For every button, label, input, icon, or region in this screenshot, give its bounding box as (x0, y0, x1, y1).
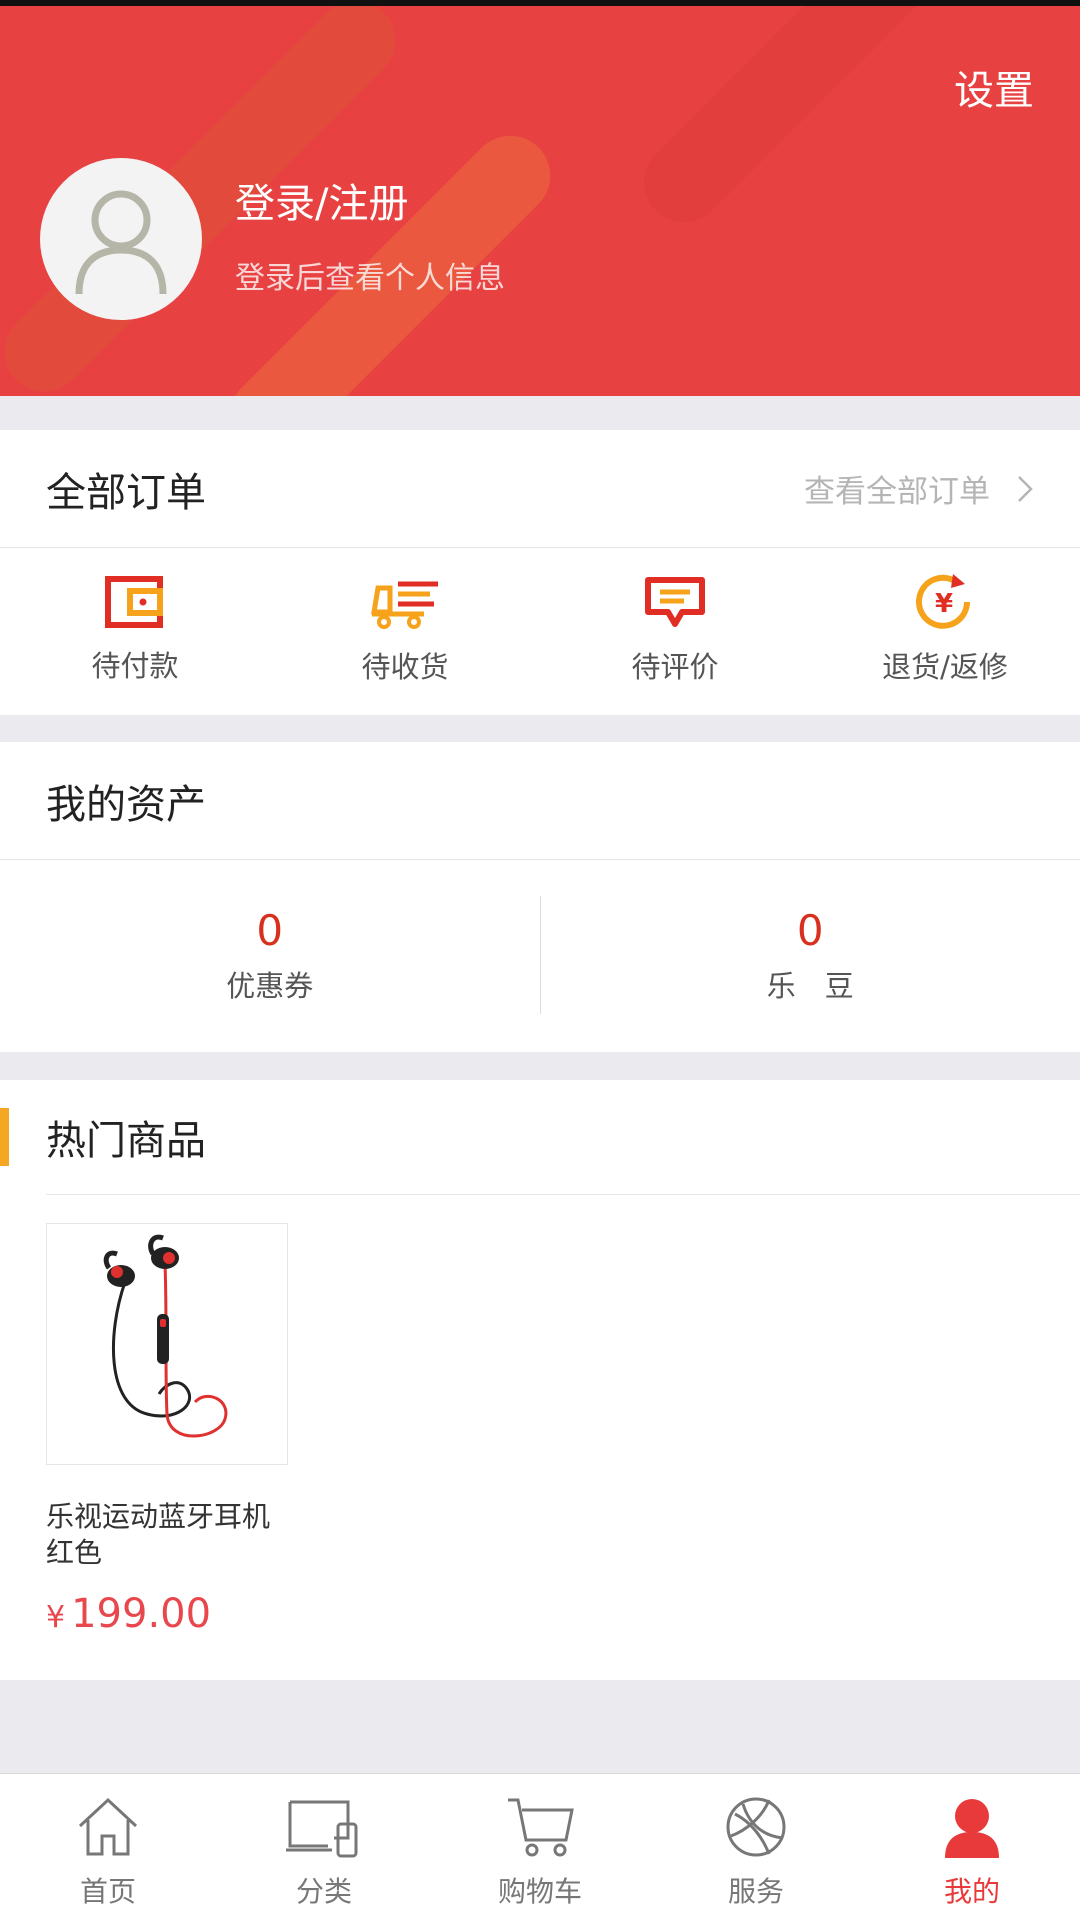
order-refund-repair[interactable]: ¥ 退货/返修 (810, 548, 1080, 711)
bluetooth-earphones-image (47, 1224, 287, 1464)
svg-text:¥: ¥ (935, 589, 953, 619)
login-hint: 登录后查看个人信息 (235, 253, 505, 297)
order-pending-review-label: 待评价 (631, 644, 718, 686)
tab-cart[interactable]: 购物车 (432, 1774, 648, 1921)
tab-home[interactable]: 首页 (0, 1774, 216, 1921)
user-placeholder-icon (71, 184, 171, 294)
header-decoration (627, 6, 952, 239)
section-accent-bar (0, 1108, 9, 1166)
order-pending-receipt[interactable]: 待收货 (270, 548, 540, 711)
tab-cart-label: 购物车 (498, 1870, 582, 1910)
assets-header: 我的资产 (0, 742, 1080, 860)
category-icon (286, 1794, 362, 1860)
hot-products-title: 热门商品 (46, 1108, 206, 1166)
profile-header: 设置 登录/注册 登录后查看个人信息 (0, 6, 1080, 396)
product-image (46, 1223, 288, 1465)
hot-products-divider (46, 1194, 1080, 1195)
currency-symbol: ¥ (46, 1600, 65, 1635)
asset-coupons[interactable]: 0 优惠券 (0, 906, 540, 1005)
order-pending-payment-label: 待付款 (91, 643, 178, 685)
assets-title: 我的资产 (46, 772, 206, 830)
le-beans-count: 0 (797, 906, 824, 955)
hot-products-header: 热门商品 (0, 1080, 1080, 1194)
service-globe-icon (723, 1794, 789, 1860)
coupon-count: 0 (256, 906, 283, 955)
tab-mine-label: 我的 (944, 1870, 1000, 1910)
cart-icon (504, 1794, 576, 1860)
order-pending-review[interactable]: 待评价 (540, 548, 810, 711)
user-icon (939, 1794, 1005, 1860)
tab-service-label: 服务 (728, 1870, 784, 1910)
product-price: ¥199.00 (46, 1591, 290, 1637)
asset-le-beans[interactable]: 0 乐 豆 (541, 906, 1080, 1005)
login-register-link[interactable]: 登录/注册 (235, 171, 408, 229)
tab-service[interactable]: 服务 (648, 1774, 864, 1921)
home-icon (74, 1794, 142, 1860)
product-name: 乐视运动蓝牙耳机 红色 (46, 1499, 290, 1571)
tab-category[interactable]: 分类 (216, 1774, 432, 1921)
bottom-tab-bar: 首页 分类 购物车 服务 我的 (0, 1773, 1080, 1921)
view-all-orders-link[interactable]: 查看全部订单 (804, 466, 1034, 511)
tab-home-label: 首页 (80, 1870, 136, 1910)
refund-icon: ¥ (915, 574, 975, 630)
order-refund-repair-label: 退货/返修 (882, 644, 1008, 686)
wallet-icon (104, 575, 166, 629)
tab-category-label: 分类 (296, 1870, 352, 1910)
product-card[interactable]: 乐视运动蓝牙耳机 红色 ¥199.00 (46, 1223, 290, 1637)
tab-mine[interactable]: 我的 (864, 1774, 1080, 1921)
delivery-truck-icon (368, 574, 442, 630)
order-pending-payment[interactable]: 待付款 (0, 548, 270, 711)
settings-button[interactable]: 设置 (954, 58, 1034, 116)
order-status-row: 待付款 待收货 待评价 (0, 548, 1080, 711)
orders-title: 全部订单 (46, 460, 206, 518)
coupon-label: 优惠券 (226, 963, 313, 1005)
avatar[interactable] (40, 158, 202, 320)
hot-products-section: 热门商品 乐视运动蓝牙耳机 红色 ¥199.00 (0, 1080, 1080, 1680)
le-beans-label: 乐 豆 (767, 963, 854, 1005)
comment-icon (642, 574, 708, 630)
order-pending-receipt-label: 待收货 (361, 644, 448, 686)
orders-header: 全部订单 查看全部订单 (0, 430, 1080, 548)
view-all-orders-label: 查看全部订单 (804, 466, 990, 511)
orders-section: 全部订单 查看全部订单 待付款 (0, 430, 1080, 715)
assets-section: 我的资产 0 优惠券 0 乐 豆 (0, 742, 1080, 1052)
assets-row: 0 优惠券 0 乐 豆 (0, 860, 1080, 1050)
price-value: 199.00 (71, 1591, 211, 1637)
chevron-right-icon (1016, 474, 1034, 504)
